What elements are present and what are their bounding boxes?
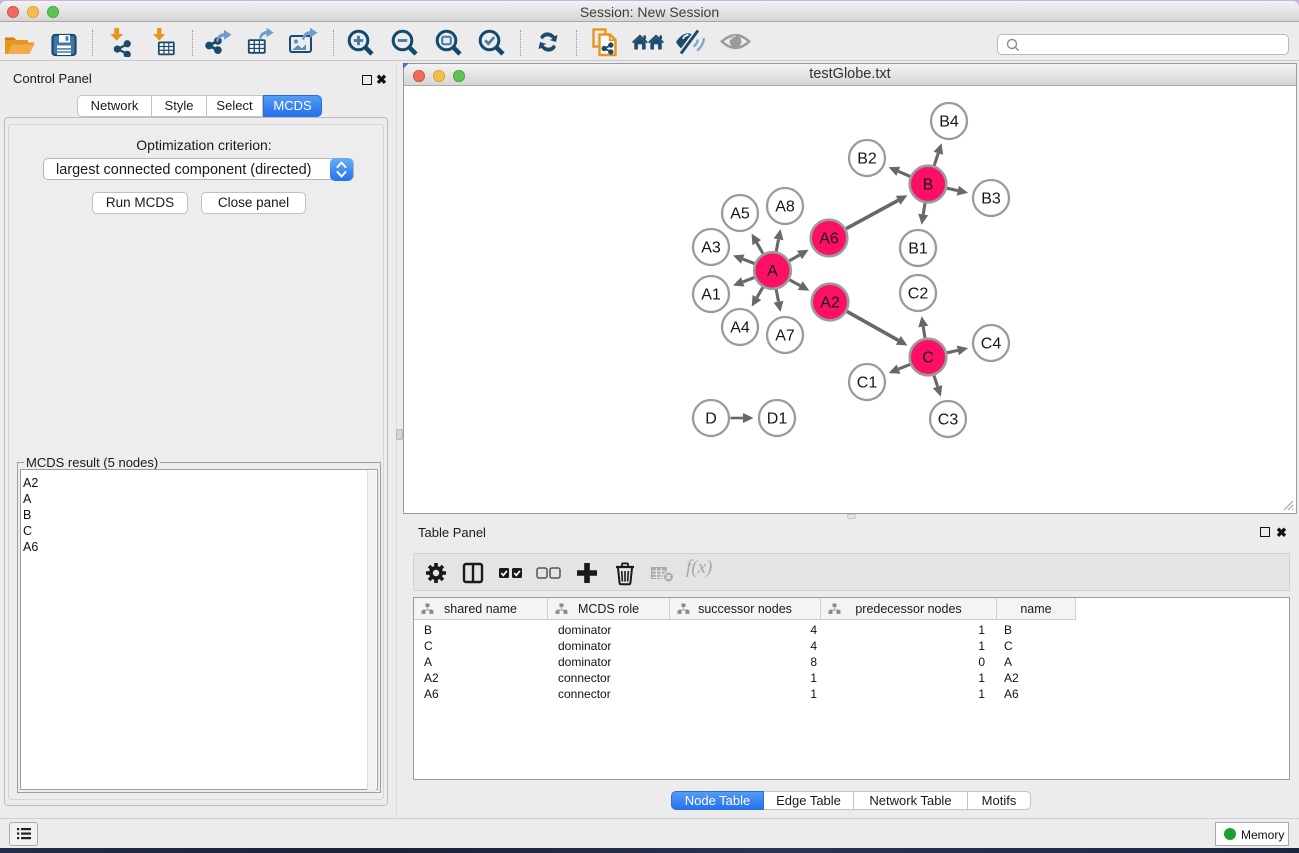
svg-text:B: B: [923, 177, 934, 194]
svg-text:A3: A3: [701, 240, 721, 257]
svg-text:C4: C4: [981, 336, 1002, 353]
svg-text:D1: D1: [767, 411, 788, 428]
svg-text:D: D: [705, 411, 717, 428]
svg-text:A4: A4: [730, 320, 750, 337]
svg-text:C3: C3: [938, 412, 959, 429]
svg-text:B4: B4: [939, 114, 959, 131]
svg-text:A1: A1: [701, 287, 721, 304]
svg-text:A6: A6: [819, 231, 839, 248]
svg-text:B3: B3: [981, 191, 1001, 208]
svg-text:B1: B1: [908, 241, 928, 258]
svg-text:C1: C1: [857, 375, 878, 392]
svg-text:C2: C2: [908, 286, 929, 303]
svg-text:A2: A2: [820, 295, 840, 312]
svg-text:C: C: [922, 350, 934, 367]
svg-text:A5: A5: [730, 206, 750, 223]
svg-text:A: A: [767, 263, 778, 280]
svg-text:A8: A8: [775, 199, 795, 216]
svg-text:B2: B2: [857, 151, 877, 168]
svg-text:A7: A7: [775, 328, 795, 345]
